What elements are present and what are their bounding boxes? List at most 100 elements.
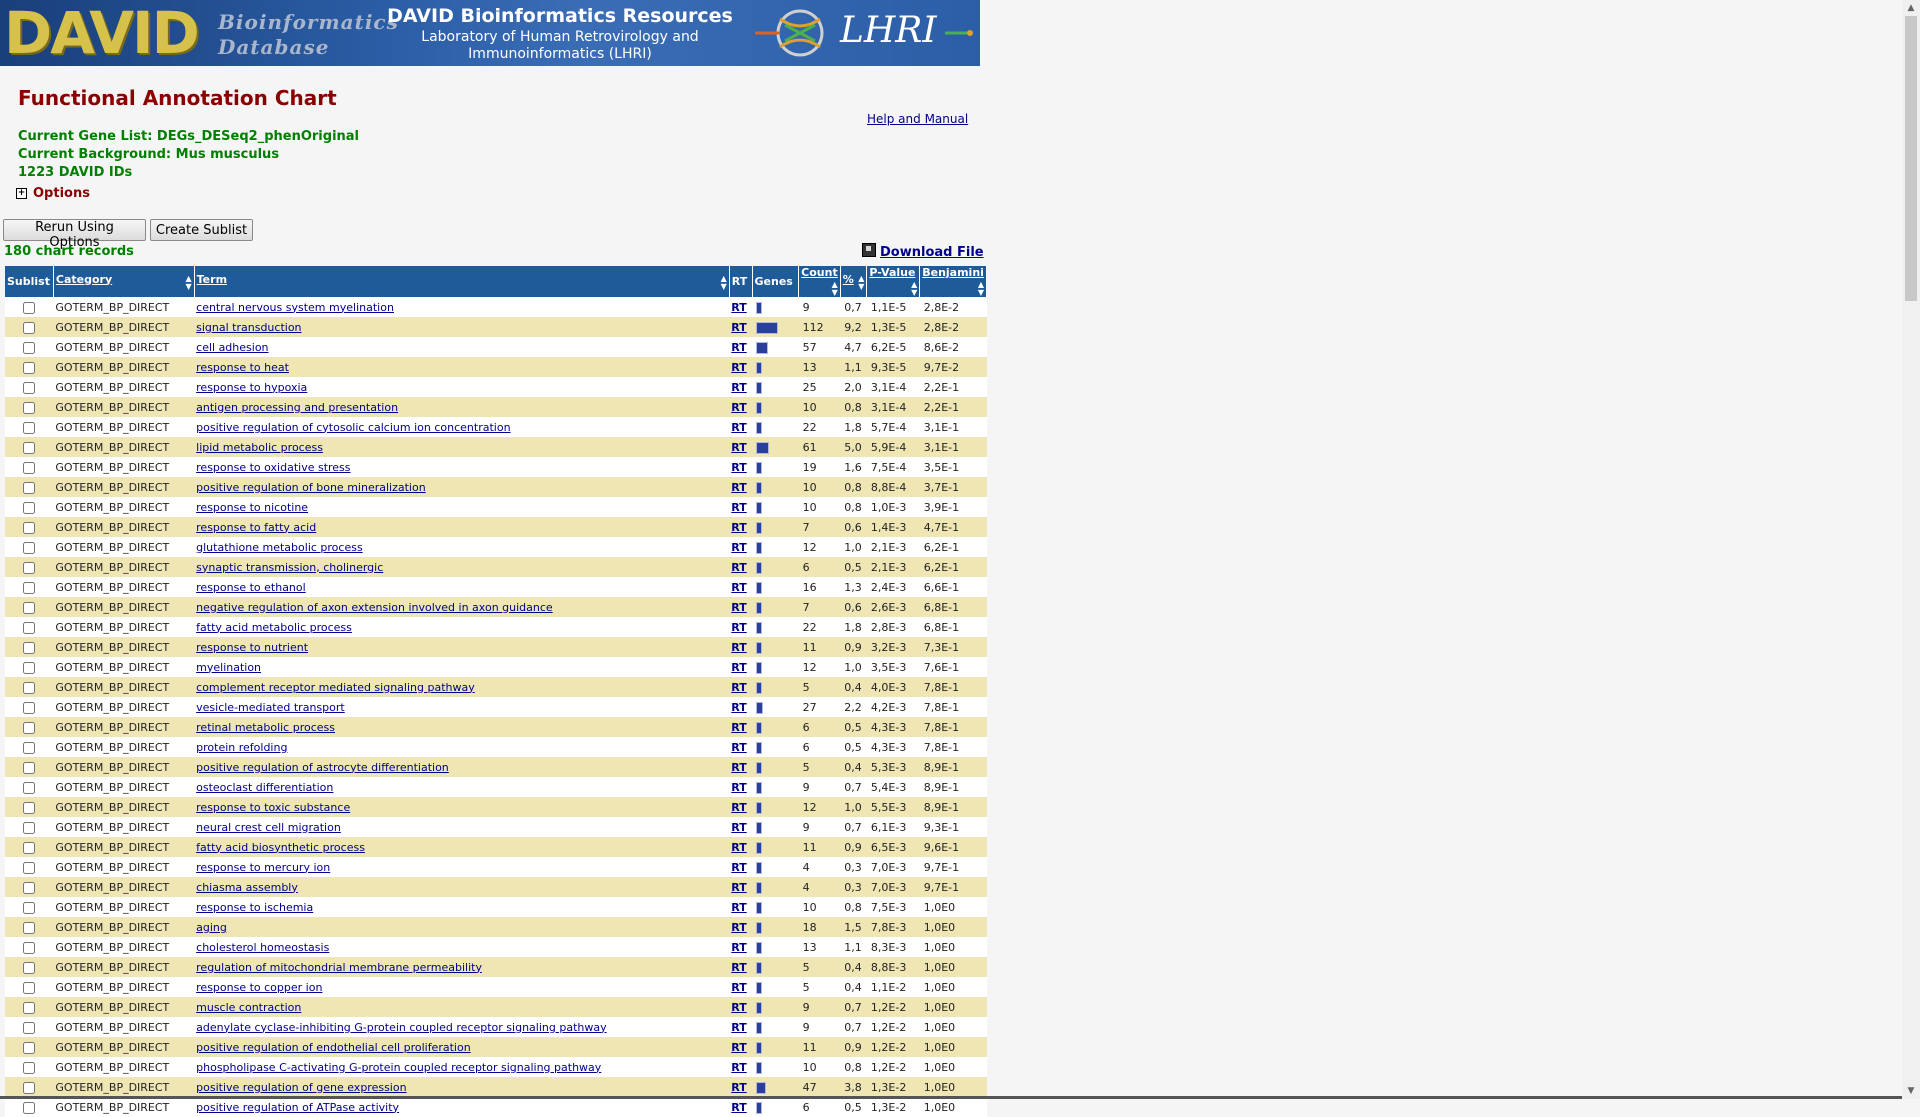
genes-bar-icon[interactable] — [756, 741, 763, 754]
row-select-checkbox[interactable] — [23, 801, 36, 814]
genes-bar-icon[interactable] — [756, 941, 763, 954]
row-select-checkbox[interactable] — [23, 361, 36, 374]
rt-link[interactable]: RT — [731, 321, 746, 334]
rt-link[interactable]: RT — [731, 781, 746, 794]
row-select-checkbox[interactable] — [23, 441, 36, 454]
rt-link[interactable]: RT — [731, 721, 746, 734]
genes-bar-icon[interactable] — [756, 641, 763, 654]
term-link[interactable]: response to toxic substance — [196, 801, 350, 814]
row-select-checkbox[interactable] — [23, 541, 36, 554]
genes-bar-icon[interactable] — [756, 701, 764, 714]
term-link[interactable]: response to nutrient — [196, 641, 308, 654]
header-category[interactable]: Category ▲ ▼ — [53, 266, 195, 297]
row-select-checkbox[interactable] — [23, 861, 36, 874]
row-select-checkbox[interactable] — [23, 661, 36, 674]
rt-link[interactable]: RT — [731, 941, 746, 954]
row-select-checkbox[interactable] — [23, 561, 36, 574]
term-link[interactable]: myelination — [196, 661, 261, 674]
rt-link[interactable]: RT — [731, 461, 746, 474]
rt-link[interactable]: RT — [731, 361, 746, 374]
genes-bar-icon[interactable] — [756, 401, 763, 414]
rerun-using-options-button[interactable]: Rerun Using Options — [3, 219, 146, 250]
row-select-checkbox[interactable] — [23, 401, 36, 414]
row-select-checkbox[interactable] — [23, 381, 36, 394]
download-file-link[interactable]: Download File — [862, 243, 984, 260]
term-link[interactable]: synaptic transmission, cholinergic — [196, 561, 383, 574]
genes-bar-icon[interactable] — [756, 681, 763, 694]
row-select-checkbox[interactable] — [23, 701, 36, 714]
rt-link[interactable]: RT — [731, 621, 746, 634]
row-select-checkbox[interactable] — [23, 501, 36, 514]
row-select-checkbox[interactable] — [23, 521, 36, 534]
rt-link[interactable]: RT — [731, 581, 746, 594]
rt-link[interactable]: RT — [731, 421, 746, 434]
genes-bar-icon[interactable] — [756, 921, 763, 934]
genes-bar-icon[interactable] — [756, 901, 763, 914]
genes-bar-icon[interactable] — [756, 861, 763, 874]
term-link[interactable]: regulation of mitochondrial membrane per… — [196, 961, 482, 974]
rt-link[interactable]: RT — [731, 441, 746, 454]
row-select-checkbox[interactable] — [23, 841, 36, 854]
rt-link[interactable]: RT — [731, 521, 746, 534]
term-link[interactable]: negative regulation of axon extension in… — [196, 601, 553, 614]
header-term[interactable]: Term ▲ ▼ — [194, 266, 730, 297]
header-benjamini[interactable]: Benjamini ▲ ▼ — [919, 266, 987, 297]
rt-link[interactable]: RT — [731, 701, 746, 714]
row-select-checkbox[interactable] — [23, 981, 36, 994]
row-select-checkbox[interactable] — [23, 601, 36, 614]
term-link[interactable]: central nervous system myelination — [196, 301, 394, 314]
genes-bar-icon[interactable] — [756, 721, 763, 734]
rt-link[interactable]: RT — [731, 921, 746, 934]
genes-bar-icon[interactable] — [756, 501, 763, 514]
row-select-checkbox[interactable] — [23, 1041, 36, 1054]
row-select-checkbox[interactable] — [23, 901, 36, 914]
term-link[interactable]: response to heat — [196, 361, 289, 374]
term-link[interactable]: complement receptor mediated signaling p… — [196, 681, 475, 694]
rt-link[interactable]: RT — [731, 561, 746, 574]
term-link[interactable]: positive regulation of cytosolic calcium… — [196, 421, 510, 434]
header-count[interactable]: Count ▲ ▼ — [798, 266, 841, 297]
scrollbar-thumb[interactable] — [1905, 16, 1917, 301]
genes-bar-icon[interactable] — [756, 521, 763, 534]
term-link[interactable]: response to mercury ion — [196, 861, 330, 874]
row-select-checkbox[interactable] — [23, 1081, 36, 1094]
term-link[interactable]: response to copper ion — [196, 981, 322, 994]
rt-link[interactable]: RT — [731, 301, 746, 314]
term-link[interactable]: positive regulation of ATPase activity — [196, 1101, 399, 1114]
rt-link[interactable]: RT — [731, 981, 746, 994]
rt-link[interactable]: RT — [731, 741, 746, 754]
row-select-checkbox[interactable] — [23, 1001, 36, 1014]
genes-bar-icon[interactable] — [756, 1061, 763, 1074]
term-link[interactable]: antigen processing and presentation — [196, 401, 398, 414]
term-link[interactable]: chiasma assembly — [196, 881, 298, 894]
rt-link[interactable]: RT — [731, 601, 746, 614]
genes-bar-icon[interactable] — [756, 441, 770, 454]
rt-link[interactable]: RT — [731, 481, 746, 494]
row-select-checkbox[interactable] — [23, 721, 36, 734]
help-and-manual-link[interactable]: Help and Manual — [867, 112, 968, 126]
row-select-checkbox[interactable] — [23, 1061, 36, 1074]
row-select-checkbox[interactable] — [23, 421, 36, 434]
genes-bar-icon[interactable] — [756, 661, 763, 674]
header-percent[interactable]: % ▲ ▼ — [840, 266, 868, 297]
row-select-checkbox[interactable] — [23, 881, 36, 894]
vertical-scrollbar[interactable]: ▲ ▼ — [1902, 0, 1920, 1099]
genes-bar-icon[interactable] — [756, 601, 763, 614]
term-link[interactable]: glutathione metabolic process — [196, 541, 363, 554]
term-link[interactable]: response to fatty acid — [196, 521, 316, 534]
term-link[interactable]: cell adhesion — [196, 341, 268, 354]
row-select-checkbox[interactable] — [23, 1101, 36, 1114]
rt-link[interactable]: RT — [731, 341, 746, 354]
row-select-checkbox[interactable] — [23, 461, 36, 474]
term-link[interactable]: response to nicotine — [196, 501, 308, 514]
term-link[interactable]: lipid metabolic process — [196, 441, 323, 454]
term-link[interactable]: response to ischemia — [196, 901, 313, 914]
genes-bar-icon[interactable] — [756, 481, 763, 494]
term-link[interactable]: signal transduction — [196, 321, 301, 334]
rt-link[interactable]: RT — [731, 541, 746, 554]
row-select-checkbox[interactable] — [23, 941, 36, 954]
scroll-down-arrow-icon[interactable]: ▼ — [1902, 1083, 1920, 1099]
rt-link[interactable]: RT — [731, 821, 746, 834]
genes-bar-icon[interactable] — [756, 621, 763, 634]
term-link[interactable]: response to oxidative stress — [196, 461, 350, 474]
